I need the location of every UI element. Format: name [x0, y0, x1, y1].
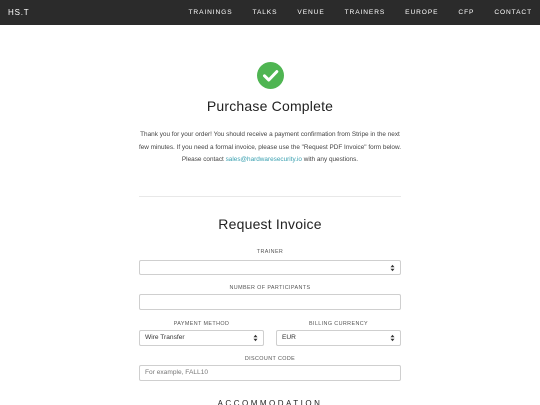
- nav-links: TRAININGS TALKS VENUE TRAINERS EUROPE CF…: [188, 0, 532, 25]
- navbar: HS.T TRAININGS TALKS VENUE TRAINERS EURO…: [0, 0, 540, 25]
- chevron-up-down-icon: [390, 334, 395, 342]
- billing-currency-label: BILLING CURRENCY: [308, 321, 369, 327]
- chevron-up-down-icon: [390, 264, 395, 272]
- nav-link-talks[interactable]: TALKS: [253, 0, 278, 25]
- nav-link-trainers[interactable]: TRAINERS: [345, 0, 386, 25]
- trainer-label: TRAINER: [256, 249, 284, 255]
- nav-link-cfp[interactable]: CFP: [458, 0, 474, 25]
- billing-currency-value: EUR: [282, 334, 296, 341]
- page-title: Purchase Complete: [206, 98, 334, 114]
- accommodation-heading: ACCOMMODATION: [217, 399, 323, 405]
- brand-logo[interactable]: HS.T: [8, 0, 29, 25]
- discount-code-label: DISCOUNT CODE: [244, 356, 296, 362]
- sales-email-link[interactable]: sales@hardwaresecurity.io: [226, 156, 302, 163]
- billing-currency-select[interactable]: EUR: [276, 330, 401, 346]
- nav-link-europe[interactable]: EUROPE: [405, 0, 438, 25]
- check-circle-icon: [257, 62, 284, 89]
- divider: [139, 196, 401, 197]
- message-text-end: with any questions.: [301, 156, 359, 163]
- main-content: Purchase Complete Thank you for your ord…: [0, 25, 540, 405]
- payment-method-select[interactable]: Wire Transfer: [139, 330, 264, 346]
- invoice-form-title: Request Invoice: [218, 216, 322, 232]
- confirmation-message: Thank you for your order! You should rec…: [138, 129, 402, 167]
- trainer-select[interactable]: [139, 260, 401, 275]
- participants-label: NUMBER OF PARTICIPANTS: [229, 285, 311, 291]
- participants-input[interactable]: [139, 294, 401, 310]
- chevron-up-down-icon: [253, 334, 258, 342]
- nav-link-contact[interactable]: CONTACT: [494, 0, 532, 25]
- discount-code-input[interactable]: For example, FALL10: [139, 365, 401, 381]
- nav-link-venue[interactable]: VENUE: [297, 0, 324, 25]
- payment-method-label: PAYMENT METHOD: [173, 321, 230, 327]
- discount-code-placeholder: For example, FALL10: [145, 369, 209, 376]
- payment-method-value: Wire Transfer: [145, 334, 185, 341]
- nav-link-trainings[interactable]: TRAININGS: [188, 0, 232, 25]
